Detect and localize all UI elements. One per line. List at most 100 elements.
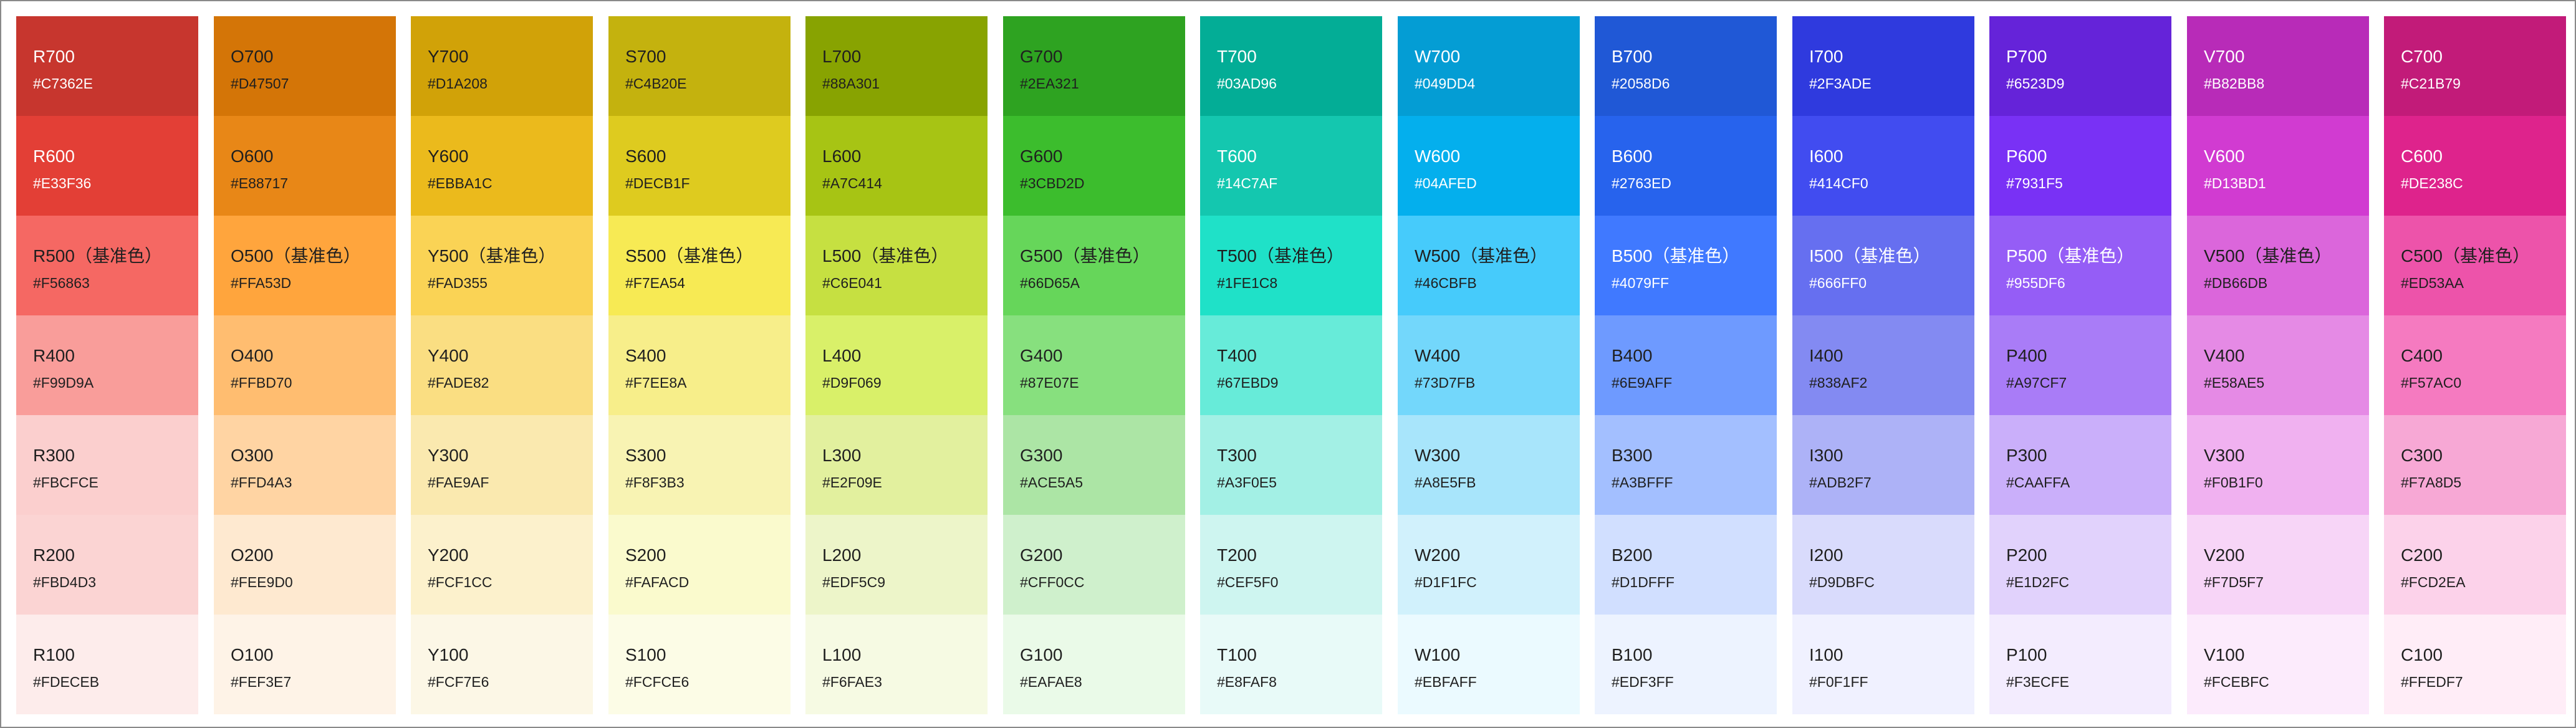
color-swatch: Y200 #FCF1CC: [411, 515, 593, 615]
swatch-name: B600: [1612, 146, 1653, 166]
color-swatch: C300 #F7A8D5: [2384, 415, 2566, 515]
color-swatch: W400 #73D7FB: [1398, 315, 1580, 415]
color-swatch: Y700 #D1A208: [411, 16, 593, 116]
color-swatch: L100 #F6FAE3: [805, 615, 988, 714]
color-swatch: O200 #FEE9D0: [214, 515, 396, 615]
swatch-name: L200: [822, 545, 862, 565]
swatch-hex-code: #C21B79: [2401, 75, 2461, 92]
swatch-hex-code: #FCFCE6: [625, 674, 690, 690]
swatch-hex-code: #A3BFFF: [1612, 474, 1673, 491]
color-swatch: G700 #2EA321: [1003, 16, 1185, 116]
color-palette-grid: R700 #C7362E R600 #E33F36 R500（基准色） #F56863 R4…: [0, 0, 2576, 728]
swatch-hex-code: #2F3ADE: [1809, 75, 1872, 92]
swatch-name: I400: [1809, 346, 1843, 365]
swatch-hex-code: #C7362E: [33, 75, 93, 92]
swatch-hex-code: #FDECEB: [33, 674, 100, 690]
swatch-name: S100: [625, 645, 666, 664]
swatch-hex-code: #DB66DB: [2204, 275, 2268, 291]
swatch-hex-code: #3CBD2D: [1020, 175, 1085, 191]
color-swatch: I200 #D9DBFC: [1792, 515, 1974, 615]
swatch-name: G100: [1020, 645, 1063, 664]
swatch-name: L700: [822, 47, 862, 66]
swatch-hex-code: #666FF0: [1809, 275, 1867, 291]
swatch-hex-code: #14C7AF: [1217, 175, 1278, 191]
swatch-hex-code: #A8E5FB: [1415, 474, 1476, 491]
swatch-hex-code: #E33F36: [33, 175, 92, 191]
swatch-name: Y200: [428, 545, 469, 565]
swatch-hex-code: #F6FAE3: [822, 674, 882, 690]
palette-column-c: C700 #C21B79 C600 #DE238C C500（基准色） #ED53AA C4…: [2384, 16, 2566, 714]
swatch-hex-code: #FFD4A3: [231, 474, 292, 491]
swatch-hex-code: #F56863: [33, 275, 90, 291]
swatch-name: S400: [625, 346, 666, 365]
swatch-hex-code: #ED53AA: [2401, 275, 2464, 291]
color-swatch: T500（基准色） #1FE1C8: [1200, 216, 1382, 315]
swatch-hex-code: #FEE9D0: [231, 574, 293, 590]
swatch-hex-code: #FBD4D3: [33, 574, 96, 590]
color-swatch: I400 #838AF2: [1792, 315, 1974, 415]
color-swatch: B300 #A3BFFF: [1595, 415, 1777, 515]
color-swatch: R400 #F99D9A: [16, 315, 198, 415]
swatch-hex-code: #DECB1F: [625, 175, 690, 191]
color-swatch: B100 #EDF3FF: [1595, 615, 1777, 714]
swatch-name: G600: [1020, 146, 1063, 166]
swatch-name: L300: [822, 446, 862, 465]
swatch-hex-code: #955DF6: [2006, 275, 2065, 291]
color-swatch: W100 #EBFAFF: [1398, 615, 1580, 714]
swatch-hex-code: #FAD355: [428, 275, 488, 291]
swatch-name: C300: [2401, 446, 2443, 465]
swatch-name: O100: [231, 645, 274, 664]
color-swatch: S200 #FAFACD: [608, 515, 791, 615]
swatch-hex-code: #04AFED: [1415, 175, 1477, 191]
swatch-name: T600: [1217, 146, 1257, 166]
swatch-hex-code: #EBFAFF: [1415, 674, 1477, 690]
color-swatch: Y500（基准色） #FAD355: [411, 216, 593, 315]
swatch-name: C500（基准色）: [2401, 246, 2530, 266]
color-swatch: P100 #F3ECFE: [1989, 615, 2171, 714]
palette-column-violet: V700 #B82BB8 V600 #D13BD1 V500（基准色） #DB66DB V4…: [2187, 16, 2369, 714]
swatch-hex-code: #FFA53D: [231, 275, 292, 291]
swatch-name: T100: [1217, 645, 1257, 664]
swatch-name: T300: [1217, 446, 1257, 465]
color-swatch: C500（基准色） #ED53AA: [2384, 216, 2566, 315]
swatch-hex-code: #73D7FB: [1415, 375, 1476, 391]
swatch-hex-code: #049DD4: [1415, 75, 1476, 92]
color-swatch: B500（基准色） #4079FF: [1595, 216, 1777, 315]
swatch-name: P300: [2006, 446, 2047, 465]
swatch-name: V400: [2204, 346, 2245, 365]
swatch-hex-code: #ACE5A5: [1020, 474, 1084, 491]
color-swatch: S400 #F7EE8A: [608, 315, 791, 415]
swatch-name: R300: [33, 446, 75, 465]
palette-column-red: R700 #C7362E R600 #E33F36 R500（基准色） #F56863 R4…: [16, 16, 198, 714]
swatch-hex-code: #F7EE8A: [625, 375, 687, 391]
swatch-hex-code: #F7A8D5: [2401, 474, 2462, 491]
swatch-name: P100: [2006, 645, 2047, 664]
swatch-name: P200: [2006, 545, 2047, 565]
swatch-name: S700: [625, 47, 666, 66]
color-swatch: L700 #88A301: [805, 16, 988, 116]
swatch-name: C400: [2401, 346, 2443, 365]
swatch-hex-code: #E58AE5: [2204, 375, 2265, 391]
swatch-hex-code: #A7C414: [822, 175, 882, 191]
swatch-hex-code: #FFBD70: [231, 375, 292, 391]
color-swatch: W700 #049DD4: [1398, 16, 1580, 116]
color-swatch: Y100 #FCF7E6: [411, 615, 593, 714]
color-swatch: S700 #C4B20E: [608, 16, 791, 116]
swatch-hex-code: #EBBA1C: [428, 175, 493, 191]
color-swatch: G200 #CFF0CC: [1003, 515, 1185, 615]
swatch-hex-code: #46CBFB: [1415, 275, 1477, 291]
swatch-name: L400: [822, 346, 862, 365]
color-swatch: T100 #E8FAF8: [1200, 615, 1382, 714]
swatch-hex-code: #E1D2FC: [2006, 574, 2069, 590]
color-swatch: P600 #7931F5: [1989, 116, 2171, 216]
swatch-hex-code: #FFEDF7: [2401, 674, 2463, 690]
swatch-name: W300: [1415, 446, 1461, 465]
color-swatch: P200 #E1D2FC: [1989, 515, 2171, 615]
swatch-name: Y600: [428, 146, 469, 166]
palette-column-s: S700 #C4B20E S600 #DECB1F S500（基准色） #F7EA54 S4…: [608, 16, 791, 714]
color-swatch: I100 #F0F1FF: [1792, 615, 1974, 714]
swatch-name: S300: [625, 446, 666, 465]
swatch-hex-code: #CEF5F0: [1217, 574, 1279, 590]
swatch-hex-code: #C6E041: [822, 275, 882, 291]
swatch-hex-code: #E2F09E: [822, 474, 882, 491]
